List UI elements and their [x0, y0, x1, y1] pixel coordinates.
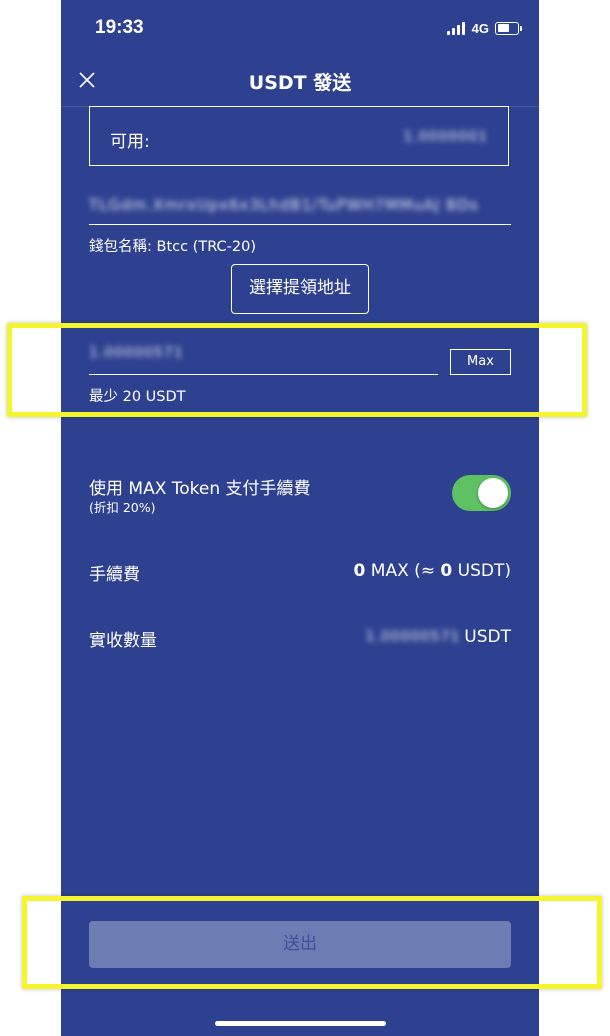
- status-time: 19:33: [95, 17, 144, 38]
- signal-bars-icon: [446, 21, 467, 35]
- home-indicator[interactable]: [215, 1021, 386, 1026]
- address-underline: [89, 224, 511, 225]
- fee-max-unit: MAX (≈: [365, 561, 441, 581]
- fee-max-amount: 0: [353, 561, 366, 581]
- max-token-discount: (折扣 20%): [89, 500, 156, 515]
- highlight-box-amount: [7, 323, 587, 417]
- select-address-button[interactable]: 選擇提領地址: [231, 264, 369, 314]
- max-token-fee-label: 使用 MAX Token 支付手續費: [89, 479, 311, 499]
- app-screen: 19:33 4G USDT 發送 可用: 1.0000001 TLGdm.Xmr…: [61, 0, 539, 1036]
- received-label: 實收數量: [89, 631, 157, 651]
- available-balance-box: 可用: 1.0000001: [89, 106, 509, 166]
- address-input[interactable]: TLGdm.XmrxUpx6x3LhdB1/TuPWH7MMuAJ BDs: [89, 196, 479, 214]
- available-label: 可用:: [110, 132, 150, 152]
- fee-usdt-amount: 0: [440, 561, 453, 581]
- fee-label: 手續費: [89, 565, 140, 585]
- nav-bar: USDT 發送: [61, 56, 539, 107]
- page-title: USDT 發送: [248, 72, 352, 94]
- fee-value: 0 MAX (≈ 0 USDT): [354, 561, 511, 581]
- available-value: 1.0000001: [403, 129, 488, 145]
- received-amount: 1.00000571: [365, 629, 461, 645]
- received-value: 1.00000571 USDT: [366, 627, 511, 647]
- status-indicators: 4G: [446, 19, 522, 37]
- wallet-name: 錢包名稱: Btcc (TRC-20): [89, 239, 257, 255]
- battery-icon: [495, 21, 522, 35]
- highlight-box-submit: [22, 896, 602, 989]
- received-unit: USDT: [464, 627, 511, 647]
- toggle-knob: [478, 478, 508, 508]
- fee-usdt-unit: USDT): [452, 561, 511, 581]
- status-bar: 19:33 4G: [61, 0, 539, 56]
- max-token-toggle[interactable]: [452, 475, 511, 511]
- network-type: 4G: [471, 20, 489, 36]
